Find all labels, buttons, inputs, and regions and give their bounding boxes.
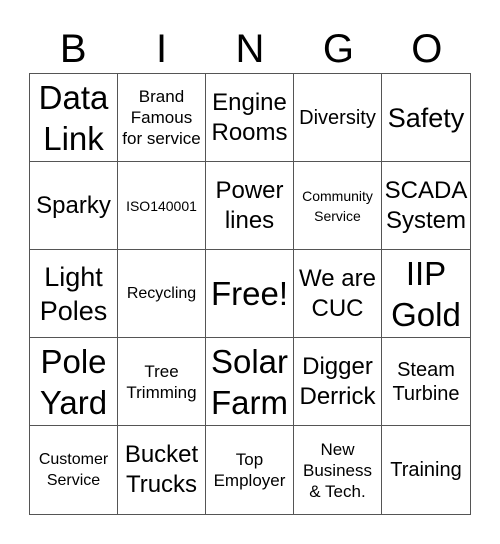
bingo-cell-g4[interactable]: Digger Derrick xyxy=(294,338,382,426)
bingo-cell-label: SCADA System xyxy=(384,176,468,234)
bingo-cell-label: Power lines xyxy=(215,176,284,234)
bingo-cell-g5[interactable]: New Business & Tech. xyxy=(294,426,382,514)
bingo-cell-g2[interactable]: Community Service xyxy=(294,162,382,250)
bingo-cell-label: Sparky xyxy=(36,191,111,219)
bingo-cell-o5[interactable]: Training xyxy=(382,426,470,514)
header-letter-g: G xyxy=(322,26,354,71)
bingo-cell-label: New Business & Tech. xyxy=(303,439,372,501)
bingo-cell-b3[interactable]: Light Poles xyxy=(30,250,118,338)
bingo-cell-label: Steam Turbine xyxy=(392,358,460,405)
bingo-cell-label: Customer Service xyxy=(38,451,109,489)
bingo-cell-label: Training xyxy=(390,459,462,481)
bingo-cell-label: Light Poles xyxy=(39,261,108,326)
bingo-cell-i2[interactable]: ISO140001 xyxy=(118,162,206,250)
bingo-cell-label: Solar Farm xyxy=(210,342,289,421)
bingo-cell-label: Bucket Trucks xyxy=(124,441,199,498)
bingo-cell-label: ISO140001 xyxy=(126,197,197,214)
bingo-cell-i3[interactable]: Recycling xyxy=(118,250,206,338)
bingo-cell-label: Engine Rooms xyxy=(211,88,288,146)
bingo-cell-label: Digger Derrick xyxy=(299,352,376,410)
bingo-cell-o3[interactable]: IIP Gold xyxy=(382,250,470,338)
bingo-cell-i5[interactable]: Bucket Trucks xyxy=(118,426,206,514)
bingo-cell-label: Top Employer xyxy=(213,450,286,490)
bingo-cell-b1[interactable]: Data Link xyxy=(30,74,118,162)
bingo-cell-b2[interactable]: Sparky xyxy=(30,162,118,250)
bingo-cell-label: Community Service xyxy=(302,187,373,224)
bingo-cell-g3[interactable]: We are CUC xyxy=(294,250,382,338)
header-letter-n: N xyxy=(235,26,265,71)
bingo-cell-i4[interactable]: Tree Trimming xyxy=(118,338,206,426)
bingo-cell-i1[interactable]: Brand Famous for service xyxy=(118,74,206,162)
bingo-cell-n5[interactable]: Top Employer xyxy=(206,426,294,514)
bingo-board: Data Link Brand Famous for service Engine … xyxy=(29,73,471,515)
bingo-cell-label: We are CUC xyxy=(299,264,376,322)
bingo-cell-label: Diversity xyxy=(299,106,376,129)
bingo-cell-label: Free! xyxy=(210,275,289,312)
bingo-header: B I N G O xyxy=(29,18,471,73)
bingo-cell-label: Brand Famous for service xyxy=(122,87,201,148)
bingo-cell-label: Data Link xyxy=(38,78,109,157)
bingo-cell-label: Tree Trimming xyxy=(126,361,197,402)
header-letter-o: O xyxy=(411,26,443,71)
bingo-cell-o4[interactable]: Steam Turbine xyxy=(382,338,470,426)
bingo-cell-n3[interactable]: Free! xyxy=(206,250,294,338)
bingo-cell-label: Safety xyxy=(387,102,465,133)
bingo-cell-n2[interactable]: Power lines xyxy=(206,162,294,250)
bingo-cell-label: Pole Yard xyxy=(39,342,108,421)
bingo-cell-label: IIP Gold xyxy=(391,254,461,333)
bingo-cell-b5[interactable]: Customer Service xyxy=(30,426,118,514)
bingo-cell-b4[interactable]: Pole Yard xyxy=(30,338,118,426)
header-letter-b: B xyxy=(59,26,87,71)
header-letter-i: I xyxy=(156,26,168,71)
bingo-cell-g1[interactable]: Diversity xyxy=(294,74,382,162)
bingo-cell-label: Recycling xyxy=(126,285,197,302)
bingo-cell-n4[interactable]: Solar Farm xyxy=(206,338,294,426)
bingo-cell-n1[interactable]: Engine Rooms xyxy=(206,74,294,162)
bingo-cell-o1[interactable]: Safety xyxy=(382,74,470,162)
bingo-cell-o2[interactable]: SCADA System xyxy=(382,162,470,250)
